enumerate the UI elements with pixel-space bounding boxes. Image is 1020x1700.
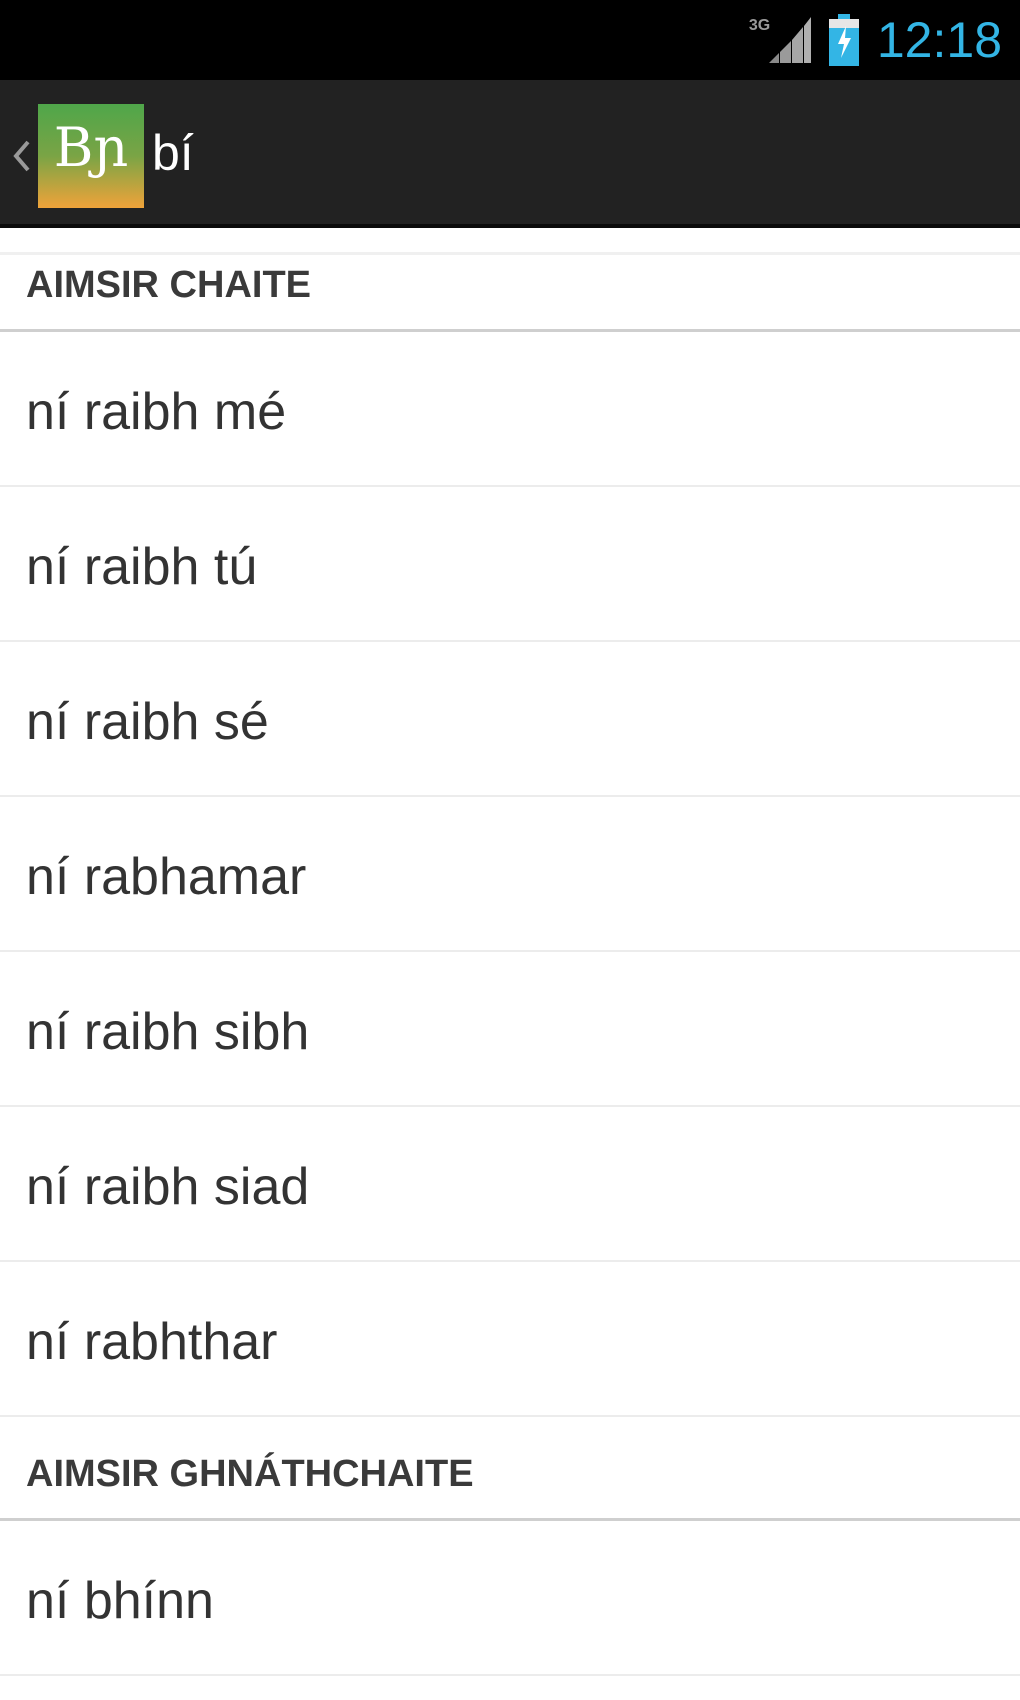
- signal-icon: 3G: [749, 15, 811, 65]
- status-bar: 3G 12:18: [0, 0, 1020, 80]
- action-bar: Bɲ bí: [0, 80, 1020, 228]
- status-clock: 12:18: [876, 12, 1002, 68]
- battery-charging-icon: [828, 14, 859, 66]
- list-item[interactable]: ní raibh mé: [0, 332, 1020, 487]
- list-item[interactable]: ní raibh sé: [0, 642, 1020, 797]
- app-logo-text: Bɲ: [53, 116, 129, 179]
- list-item[interactable]: ní raibh sibh: [0, 952, 1020, 1107]
- list-item-label: ní raibh siad: [26, 1158, 310, 1216]
- network-type-label: 3G: [748, 17, 771, 34]
- app-logo[interactable]: Bɲ: [38, 104, 144, 208]
- section-header-aimsir-ghnathchaite: AIMSIR GHNÁTHCHAITE: [0, 1417, 1020, 1521]
- list-item-label: ní rabhamar: [26, 848, 307, 906]
- chevron-left-icon[interactable]: [8, 138, 36, 174]
- page-title: bí: [152, 125, 194, 181]
- section-header-label: AIMSIR GHNÁTHCHAITE: [26, 1453, 474, 1495]
- list-item-label: ní raibh tú: [26, 538, 258, 596]
- list-item[interactable]: ní raibh siad: [0, 1107, 1020, 1262]
- status-indicators: 3G 12:18: [749, 0, 1002, 80]
- list-item-label: ní bhínn: [26, 1572, 214, 1630]
- list-item[interactable]: ní rabhthar: [0, 1262, 1020, 1417]
- list-item-label: ní rabhthar: [26, 1313, 278, 1371]
- section-header-label: AIMSIR CHAITE: [26, 264, 311, 306]
- list-item-label: ní raibh sibh: [26, 1003, 310, 1061]
- list-item[interactable]: ní rabhamar: [0, 797, 1020, 952]
- list-item-label: ní raibh mé: [26, 383, 287, 441]
- conjugation-list: AIMSIR CHAITE ní raibh mé ní raibh tú ní…: [0, 228, 1020, 1700]
- section-header-aimsir-chaite: AIMSIR CHAITE: [0, 228, 1020, 332]
- list-item[interactable]: ní bhínn: [0, 1521, 1020, 1676]
- list-item-label: ní raibh sé: [26, 693, 269, 751]
- list-item[interactable]: ní raibh tú: [0, 487, 1020, 642]
